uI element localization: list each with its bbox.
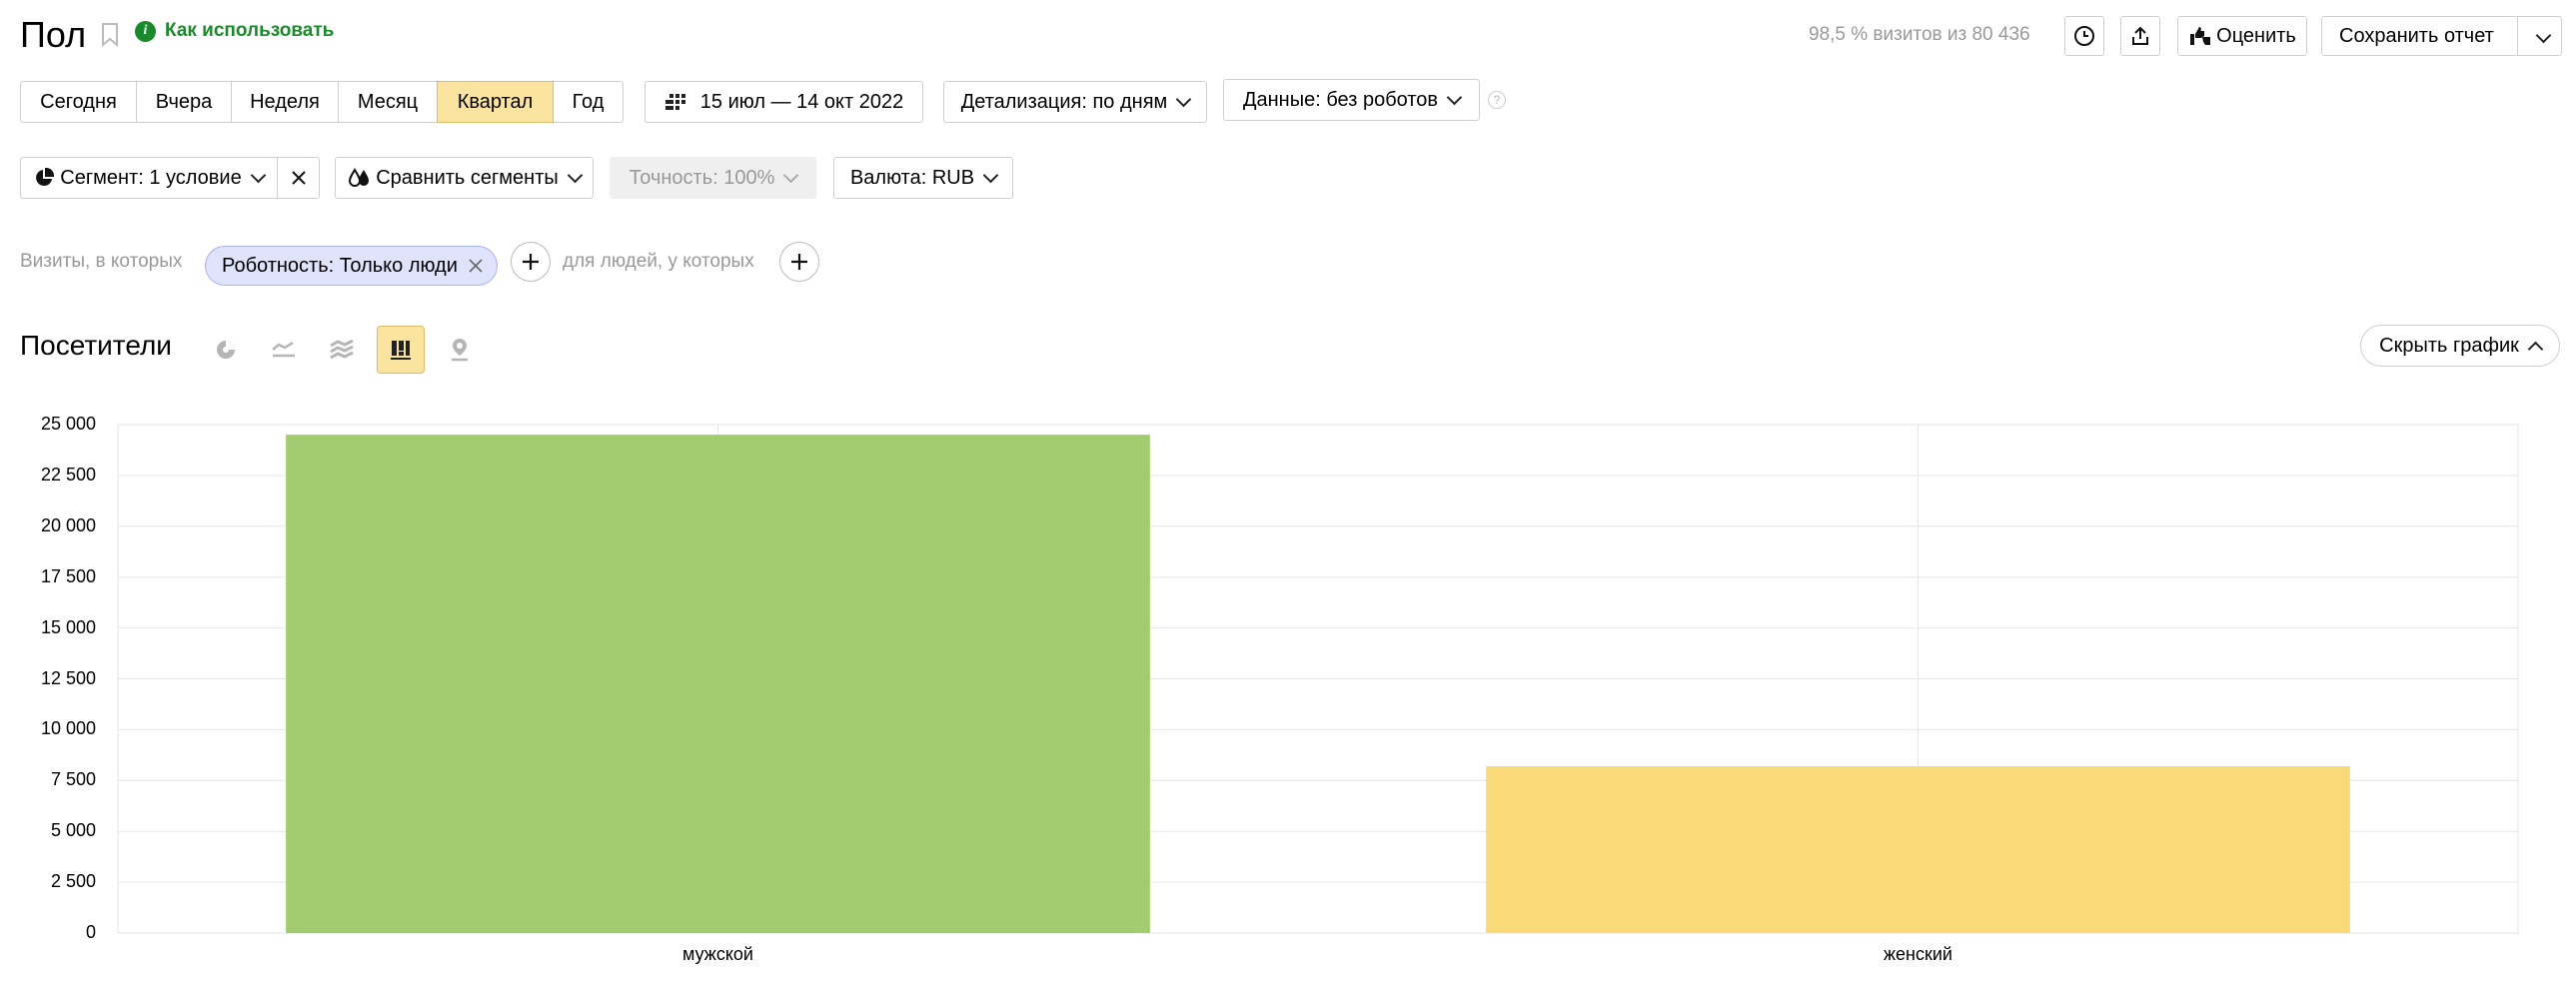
period-quarter[interactable]: Квартал — [437, 81, 554, 123]
x-category-label: женский — [1884, 944, 1952, 964]
y-tick-label: 2 500 — [50, 871, 96, 892]
y-tick-label: 22 500 — [40, 464, 96, 485]
y-tick-label: 20 000 — [40, 514, 96, 535]
y-tick-label: 25 000 — [40, 414, 96, 434]
y-tick-label: 10 000 — [40, 718, 96, 739]
bar-chart — [117, 424, 2519, 934]
bar-1[interactable] — [1486, 766, 2350, 933]
x-category-label: мужской — [682, 944, 753, 964]
y-tick-label: 0 — [85, 922, 96, 942]
y-tick-label: 12 500 — [40, 667, 96, 688]
y-tick-label: 5 000 — [50, 820, 96, 841]
y-tick-label: 7 500 — [50, 769, 96, 790]
y-tick-label: 17 500 — [40, 565, 96, 586]
bar-0[interactable] — [286, 435, 1150, 933]
y-tick-label: 15 000 — [40, 616, 96, 637]
